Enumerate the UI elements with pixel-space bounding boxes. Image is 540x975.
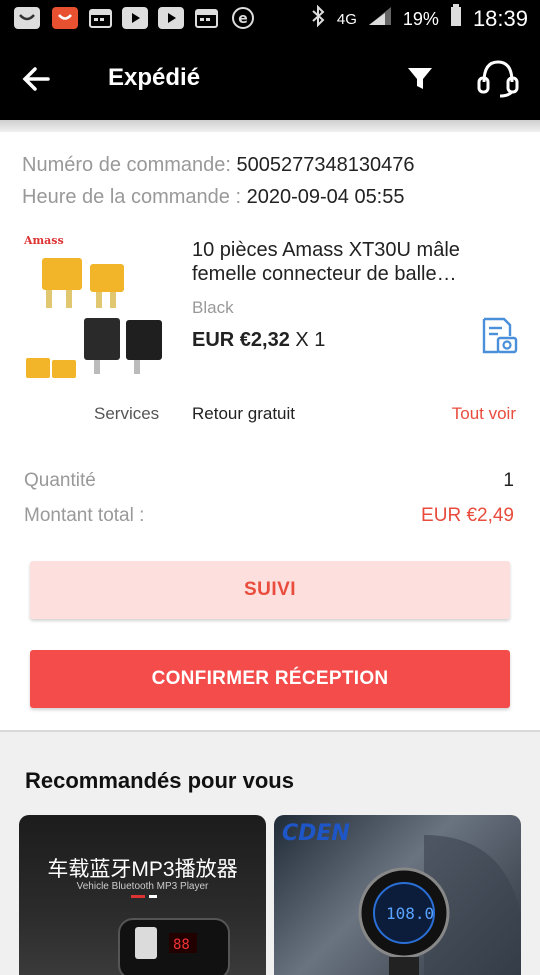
product-thumbnail[interactable]: Amass [20,228,172,384]
calendar-icon [88,7,114,29]
transaction-snapshot-icon[interactable] [478,316,518,356]
status-bar: e 4G 19% 18:39 [0,0,540,38]
recommendation-card[interactable]: 车载蓝牙MP3播放器 Vehicle Bluetooth MP3 Player … [19,815,266,975]
browser-e-icon: e [230,7,256,29]
order-number-value: 5005277348130476 [236,154,415,176]
page-title: Expédié [108,64,201,91]
app-bar: Expédié [0,38,540,120]
aliexpress-notification-icon [52,7,78,29]
track-button[interactable]: SUIVI [30,561,510,619]
quantity-label: Quantité [24,470,96,491]
calendar-icon-2 [194,7,220,29]
quantity-value: 1 [503,470,514,491]
confirm-receipt-button[interactable]: CONFIRMER RÉCEPTION [30,650,510,708]
svg-text:88: 88 [173,937,190,953]
svg-text:e: e [238,11,248,27]
network-type: 4G [336,10,357,28]
signal-icon [367,5,393,33]
filter-icon[interactable] [402,60,438,96]
back-arrow-icon[interactable] [18,59,58,99]
recommendations-title: Recommandés pour vous [25,768,294,793]
svg-text:108.0: 108.0 [386,904,434,923]
brand-logo-text: Amass [23,234,64,247]
order-card [0,132,540,730]
total-amount-value: EUR €2,49 [421,505,514,526]
youtube-icon-2 [158,7,184,29]
order-time-value: 2020-09-04 05:55 [246,186,405,208]
youtube-icon [122,7,148,29]
customer-service-headset-icon[interactable] [474,56,522,100]
order-time-row: Heure de la commande : 2020-09-04 05:55 [22,186,405,209]
app-notification-icon [14,7,40,29]
services-label: Services [94,404,160,423]
services-value: Retour gratuit [192,404,295,423]
bluetooth-icon [309,4,327,34]
fm-transmitter-image: 108.0 [358,835,521,975]
services-see-all-link[interactable]: Tout voir [452,404,516,424]
appbar-shadow [0,120,540,132]
battery-percent: 19% [402,8,439,29]
product-price-row: EUR €2,32 X 1 [192,329,325,352]
section-divider [0,730,540,732]
product-quantity: X 1 [295,329,326,351]
order-number-label: Numéro de commande: [22,154,231,176]
order-number-row: Numéro de commande: 5005277348130476 [22,154,415,177]
order-time-label: Heure de la commande : [22,186,242,208]
clock: 18:39 [472,6,528,31]
product-variant: Black [192,298,234,317]
battery-icon [449,4,463,34]
product-price: EUR €2,32 [192,329,290,351]
total-amount-label: Montant total : [24,505,145,526]
mp3-player-image: 88 [118,895,230,975]
product-name[interactable]: 10 pièces Amass XT30U mâle femelle conne… [192,238,492,286]
recommendation-card[interactable]: CDEN 108.0 [274,815,521,975]
